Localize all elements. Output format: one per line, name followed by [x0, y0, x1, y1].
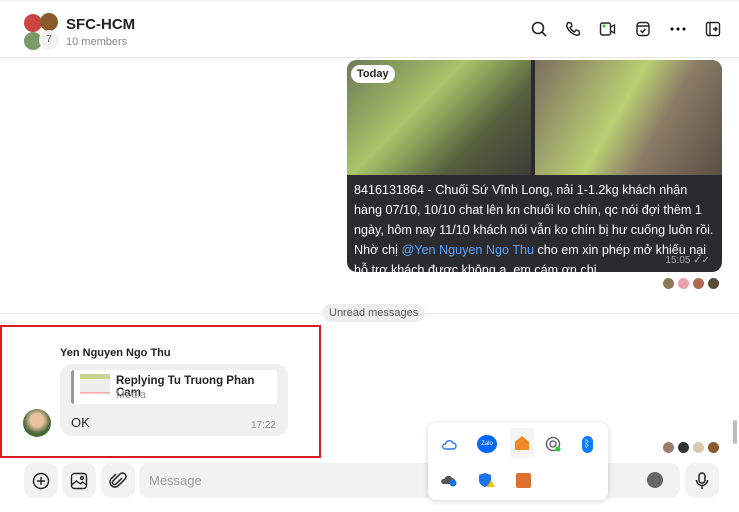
divider-line — [423, 313, 739, 314]
security-warning-icon[interactable] — [474, 467, 500, 493]
chat-header: 7 SFC-HCM 10 members — [0, 0, 739, 58]
add-button[interactable] — [24, 463, 58, 498]
message-text: 8416131864 - Chuối Sứ Vĩnh Long, nải 1-1… — [354, 183, 714, 272]
read-avatar — [707, 277, 720, 290]
attach-button[interactable] — [101, 463, 135, 498]
tasks-icon[interactable] — [633, 19, 653, 39]
read-avatar — [707, 441, 720, 454]
group-avatar-2 — [40, 13, 58, 31]
message-bubble-outgoing[interactable]: Today 8416131864 - Chuối Sứ Vĩnh Long, n… — [347, 60, 722, 272]
scrollbar[interactable] — [733, 420, 737, 444]
read-avatar — [692, 277, 705, 290]
message-time: 17:22 — [250, 420, 276, 431]
image-button[interactable] — [62, 463, 96, 498]
video-call-icon[interactable] — [598, 19, 618, 39]
emoji-icon[interactable] — [647, 472, 663, 488]
read-avatar — [662, 277, 675, 290]
read-avatar — [662, 441, 675, 454]
sender-name: Yen Nguyen Ngo Thu — [60, 347, 171, 359]
member-count-badge: 7 — [39, 30, 59, 50]
member-count: 10 members — [66, 36, 128, 48]
zalo-icon[interactable]: Zalo — [474, 431, 500, 457]
bluetooth-icon[interactable]: ᛒ — [574, 431, 600, 457]
system-tray-popup: Zalo ᛒ — [428, 423, 608, 500]
wifi-icon[interactable] — [540, 431, 566, 457]
sender-avatar[interactable] — [23, 409, 51, 437]
message-time: 15:05 ✓✓ — [665, 255, 710, 266]
read-avatar — [677, 441, 690, 454]
phone-icon[interactable] — [563, 19, 583, 39]
search-icon[interactable] — [529, 19, 549, 39]
divider-line — [0, 313, 322, 314]
onedrive-sync-icon[interactable] — [436, 467, 462, 493]
microphone-button[interactable] — [685, 463, 719, 498]
message-bubble-incoming[interactable]: Replying Tu Truong Phan Cam Media OK 17:… — [60, 364, 288, 436]
mention-link[interactable]: @Yen Nguyen Ngo Thu — [401, 243, 534, 257]
read-avatar — [692, 441, 705, 454]
side-panel-icon[interactable] — [703, 19, 723, 39]
chat-title: SFC-HCM — [66, 16, 136, 33]
reply-quote[interactable]: Replying Tu Truong Phan Cam Media — [71, 370, 277, 404]
banana-photo-2[interactable] — [535, 60, 722, 175]
orange-app-icon[interactable] — [510, 428, 534, 458]
read-avatar — [677, 277, 690, 290]
unread-divider: Unread messages — [322, 304, 426, 322]
cloud-icon[interactable] — [436, 431, 462, 457]
message-text: OK — [71, 415, 90, 430]
date-chip: Today — [351, 65, 395, 83]
reply-type: Media — [116, 389, 146, 401]
more-icon[interactable] — [668, 19, 688, 39]
java-icon[interactable] — [510, 467, 536, 493]
reply-thumbnail — [80, 374, 110, 400]
